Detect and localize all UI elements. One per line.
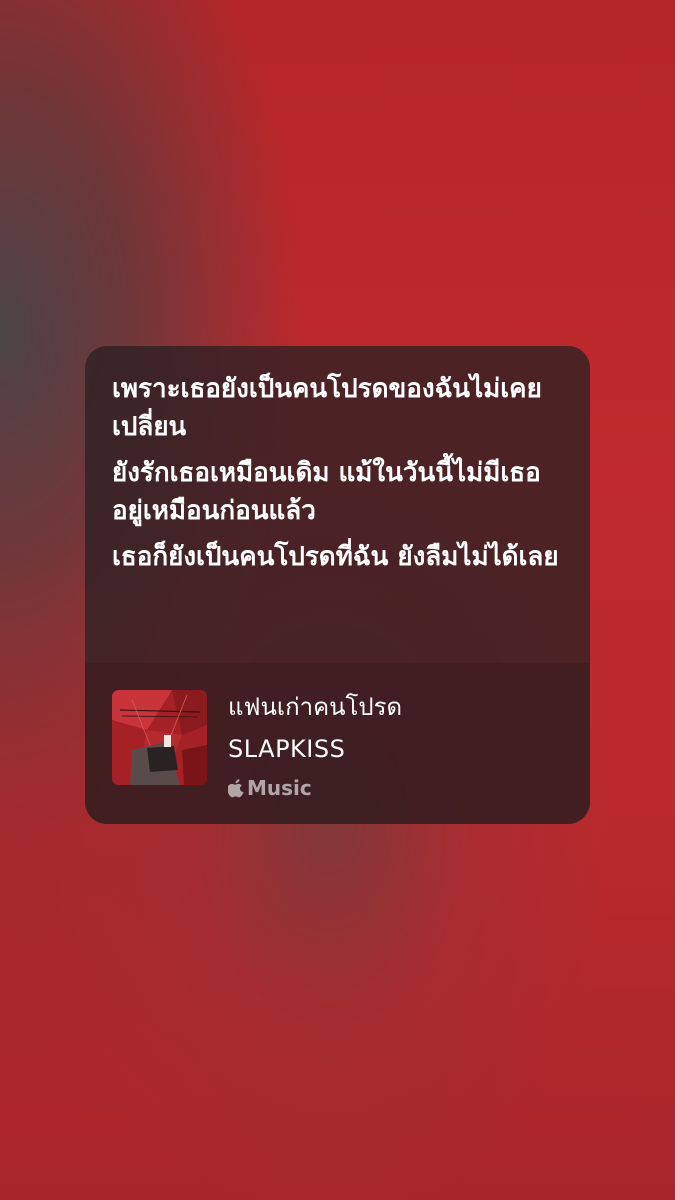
album-artwork[interactable] bbox=[112, 690, 207, 785]
apple-music-badge[interactable]: Music bbox=[228, 775, 312, 801]
lyrics-share-card[interactable]: เพราะเธอยังเป็นคนโปรดของฉันไม่เคยเปลี่ยน… bbox=[85, 346, 590, 824]
lyric-line: เธอก็ยังเป็นคนโปรดที่ฉัน ยังลืมไม่ได้เลย bbox=[112, 542, 559, 572]
track-title: แฟนเก่าคนโปรด bbox=[228, 693, 403, 721]
track-info[interactable]: แฟนเก่าคนโปรด SLAPKISS Music bbox=[85, 663, 590, 824]
track-artist: SLAPKISS bbox=[228, 735, 346, 763]
lyric-line: เพราะเธอยังเป็นคนโปรดของฉันไม่เคยเปลี่ยน bbox=[112, 374, 542, 442]
lyrics-section: เพราะเธอยังเป็นคนโปรดของฉันไม่เคยเปลี่ยน… bbox=[85, 346, 590, 663]
service-label: Music bbox=[247, 776, 312, 800]
lyric-line: ยังรักเธอเหมือนเดิม แม้ในวันนี้ไม่มีเธออ… bbox=[112, 458, 541, 526]
album-art-image bbox=[112, 690, 207, 785]
apple-logo-icon bbox=[228, 779, 244, 798]
